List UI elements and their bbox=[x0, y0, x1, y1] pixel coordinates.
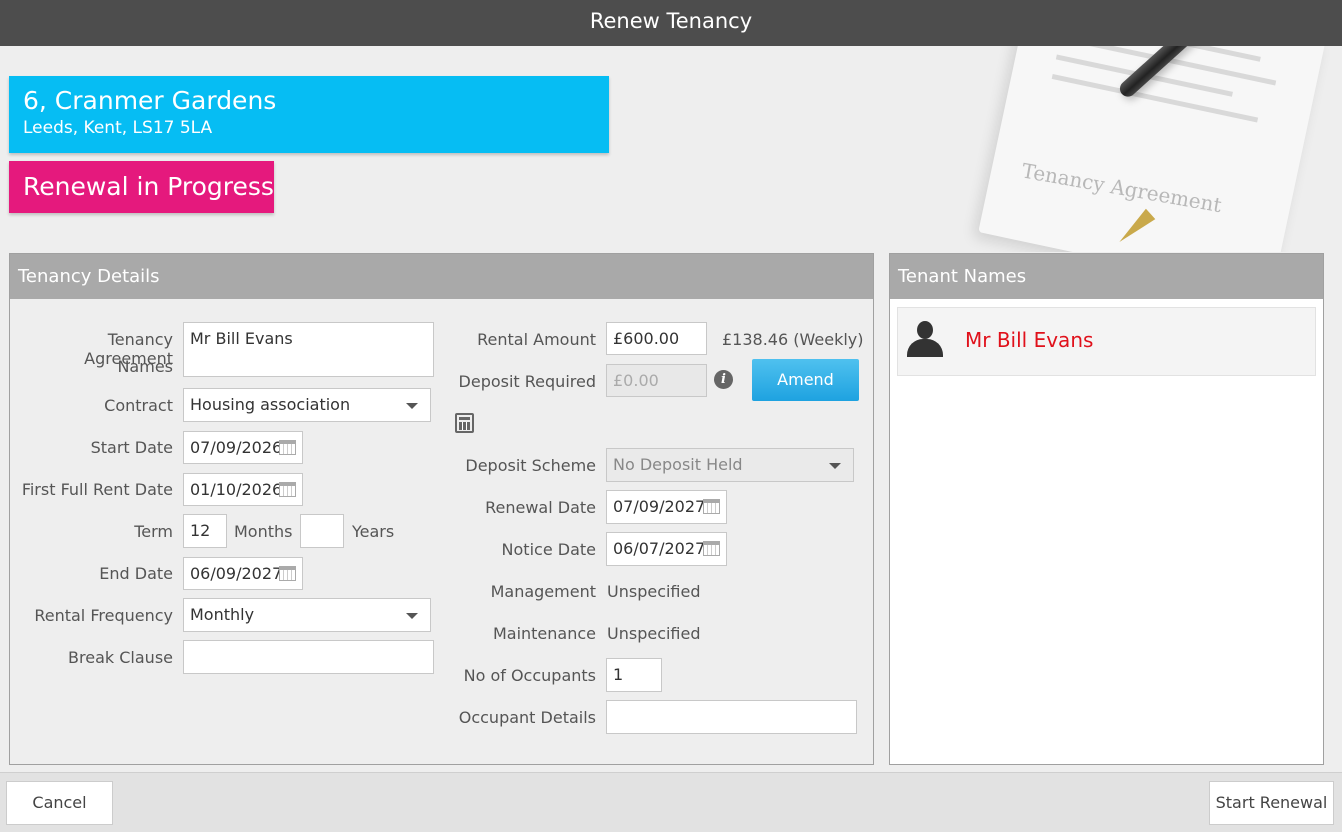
chevron-down-icon bbox=[406, 403, 418, 409]
tenancy-details-header: Tenancy Details bbox=[10, 254, 873, 299]
management-value: Unspecified bbox=[607, 582, 701, 601]
renewal-date-label: Renewal Date bbox=[485, 498, 596, 517]
first-full-rent-label: First Full Rent Date bbox=[21, 480, 173, 499]
rental-frequency-value: Monthly bbox=[190, 605, 255, 624]
cancel-button[interactable]: Cancel bbox=[6, 781, 113, 825]
notice-date-label: Notice Date bbox=[501, 540, 596, 559]
deposit-scheme-select: No Deposit Held bbox=[606, 448, 854, 482]
end-date-field[interactable]: 06/09/2027 bbox=[183, 557, 303, 590]
break-clause-field[interactable] bbox=[183, 640, 434, 674]
calendar-icon[interactable] bbox=[703, 499, 720, 514]
occupants-field[interactable]: 1 bbox=[606, 658, 662, 692]
rental-frequency-select[interactable]: Monthly bbox=[183, 598, 431, 632]
start-date-value: 07/09/2026 bbox=[190, 438, 283, 457]
years-label: Years bbox=[352, 522, 395, 541]
tenancy-agreement-image: Tenancy Agreement bbox=[882, 46, 1342, 252]
calendar-icon[interactable] bbox=[279, 566, 296, 581]
agreement-names-label-2: Names bbox=[117, 357, 173, 376]
term-label: Term bbox=[134, 522, 173, 541]
end-date-value: 06/09/2027 bbox=[190, 564, 283, 583]
break-clause-label: Break Clause bbox=[68, 648, 173, 667]
tenant-name[interactable]: Mr Bill Evans bbox=[965, 328, 1093, 352]
property-address-card: 6, Cranmer Gardens Leeds, Kent, LS17 5LA bbox=[9, 76, 609, 153]
agreement-names-field[interactable]: Mr Bill Evans bbox=[183, 322, 434, 377]
renewal-date-value: 07/09/2027 bbox=[613, 497, 706, 516]
first-full-rent-field[interactable]: 01/10/2026 bbox=[183, 473, 303, 506]
renewal-date-field[interactable]: 07/09/2027 bbox=[606, 490, 727, 524]
status-badge: Renewal in Progress bbox=[9, 161, 274, 213]
weekly-amount: £138.46 (Weekly) bbox=[722, 330, 864, 349]
contract-value: Housing association bbox=[190, 395, 351, 414]
info-icon[interactable]: i bbox=[714, 370, 733, 389]
occupants-label: No of Occupants bbox=[463, 666, 596, 685]
term-months-field[interactable]: 12 bbox=[183, 514, 227, 548]
deposit-scheme-label: Deposit Scheme bbox=[465, 456, 596, 475]
start-renewal-button[interactable]: Start Renewal bbox=[1209, 781, 1334, 825]
rental-amount-field[interactable]: £600.00 bbox=[606, 322, 707, 355]
first-full-rent-value: 01/10/2026 bbox=[190, 480, 283, 499]
contract-select[interactable]: Housing association bbox=[183, 388, 431, 422]
occupant-details-label: Occupant Details bbox=[458, 708, 596, 727]
deposit-required-field: £0.00 bbox=[606, 364, 707, 397]
months-label: Months bbox=[234, 522, 293, 541]
deposit-required-label: Deposit Required bbox=[458, 372, 596, 391]
start-date-label: Start Date bbox=[90, 438, 173, 457]
person-icon bbox=[906, 321, 944, 357]
address-line-2: Leeds, Kent, LS17 5LA bbox=[23, 118, 213, 138]
calendar-icon[interactable] bbox=[279, 482, 296, 497]
deposit-scheme-value: No Deposit Held bbox=[613, 455, 743, 474]
start-date-field[interactable]: 07/09/2026 bbox=[183, 431, 303, 464]
occupant-details-field[interactable] bbox=[606, 700, 857, 734]
window-title: Renew Tenancy bbox=[0, 0, 1342, 46]
chevron-down-icon bbox=[829, 463, 841, 469]
contract-label: Contract bbox=[104, 396, 173, 415]
calendar-icon[interactable] bbox=[703, 541, 720, 556]
maintenance-label: Maintenance bbox=[492, 624, 596, 643]
tenant-names-header: Tenant Names bbox=[890, 254, 1323, 299]
maintenance-value: Unspecified bbox=[607, 624, 701, 643]
calendar-icon[interactable] bbox=[279, 440, 296, 455]
amend-button[interactable]: Amend bbox=[752, 359, 859, 401]
end-date-label: End Date bbox=[99, 564, 173, 583]
chevron-down-icon bbox=[406, 613, 418, 619]
agreement-stamp-text: Tenancy Agreement bbox=[1020, 158, 1224, 218]
notice-date-field[interactable]: 06/07/2027 bbox=[606, 532, 727, 566]
rental-amount-label: Rental Amount bbox=[477, 330, 596, 349]
address-line-1: 6, Cranmer Gardens bbox=[23, 86, 277, 115]
footer-bar bbox=[0, 772, 1342, 832]
management-label: Management bbox=[490, 582, 596, 601]
notice-date-value: 06/07/2027 bbox=[613, 539, 706, 558]
term-years-field[interactable] bbox=[300, 514, 344, 548]
tenant-list-item[interactable]: Mr Bill Evans bbox=[897, 307, 1316, 376]
rental-frequency-label: Rental Frequency bbox=[34, 606, 173, 625]
calculator-icon[interactable] bbox=[455, 413, 474, 433]
